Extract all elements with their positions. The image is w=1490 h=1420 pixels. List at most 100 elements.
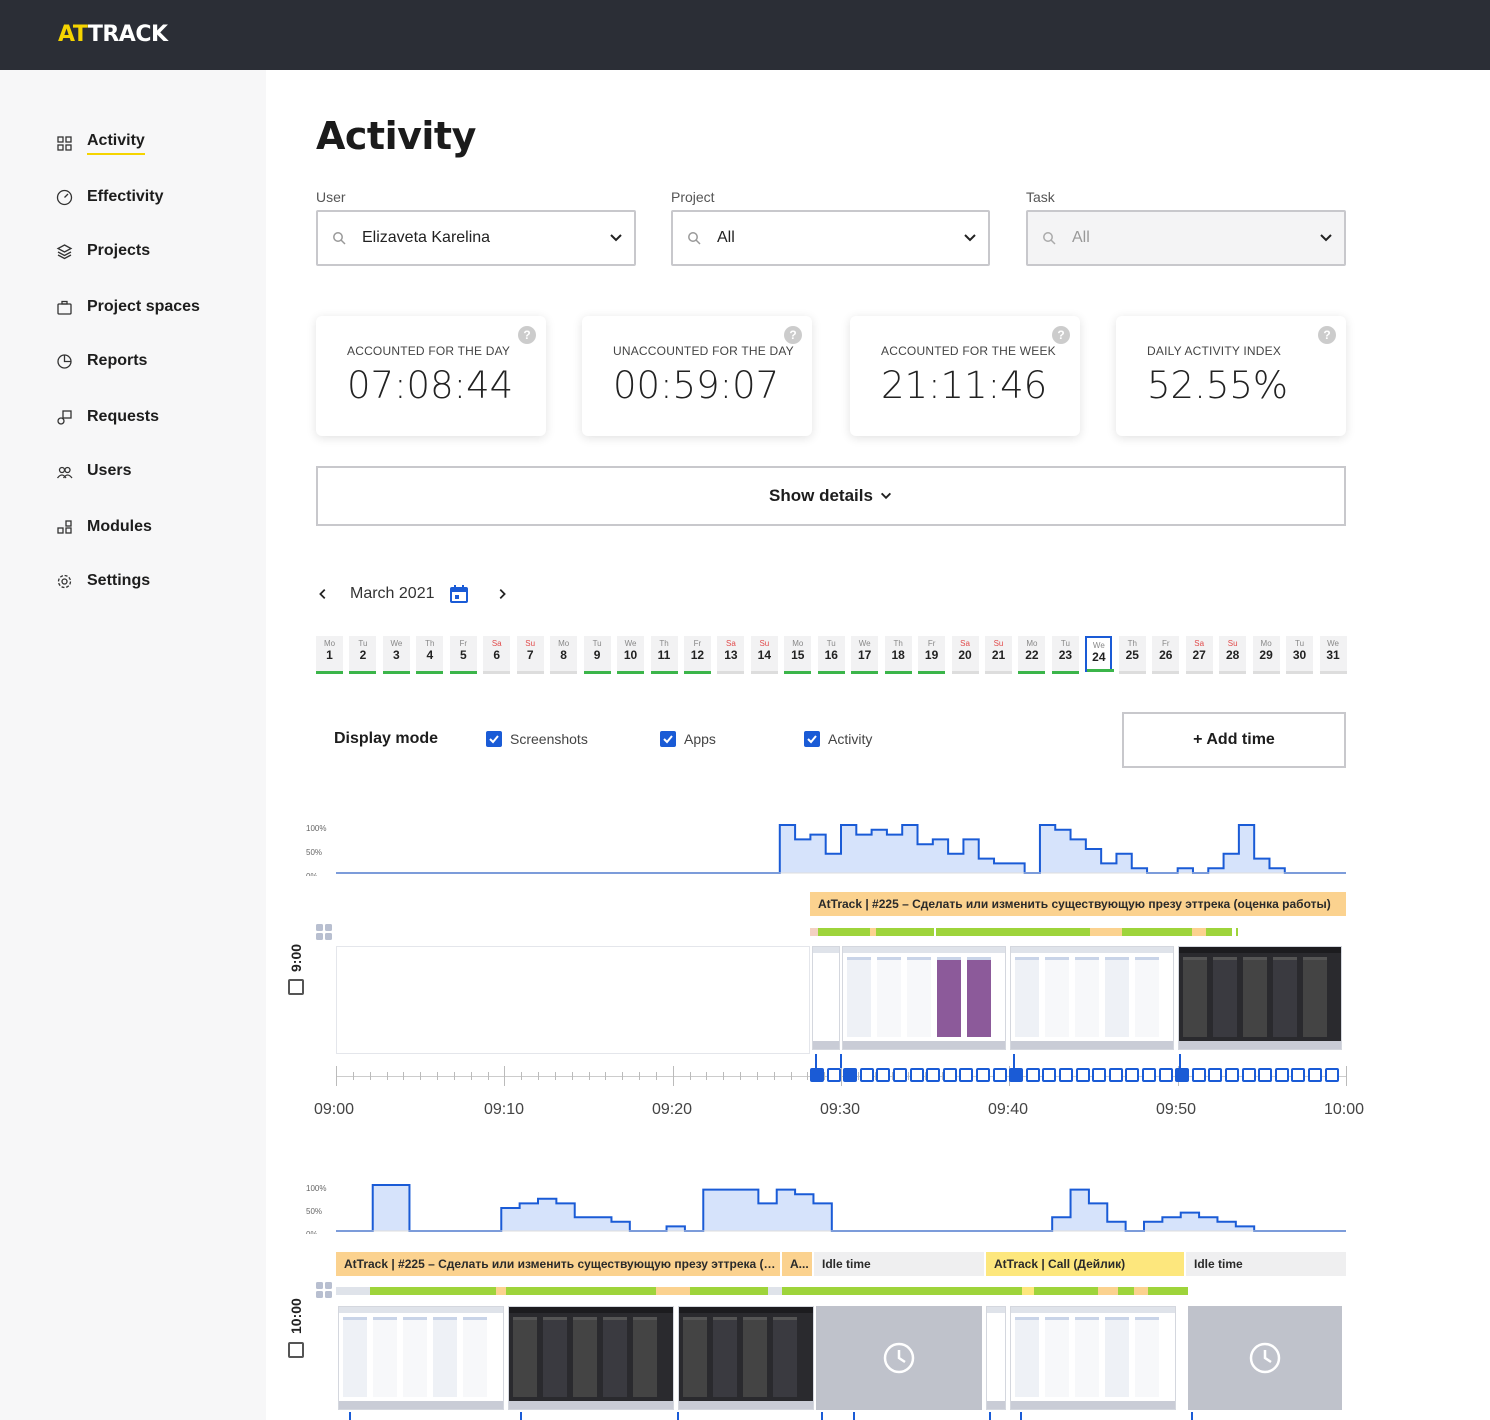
day-30[interactable]: Tu30 <box>1286 636 1313 672</box>
app-segment[interactable] <box>506 1287 656 1295</box>
screenshot-marker[interactable] <box>926 1068 940 1082</box>
app-segment[interactable] <box>336 1287 370 1295</box>
day-3[interactable]: We3 <box>383 636 410 672</box>
day-27[interactable]: Sa27 <box>1186 636 1213 672</box>
screenshot-marker[interactable] <box>1308 1068 1322 1082</box>
help-icon[interactable]: ? <box>518 326 536 344</box>
screenshot-marker[interactable] <box>1042 1068 1056 1082</box>
apps-checkbox[interactable]: Apps <box>660 731 716 747</box>
app-segment[interactable] <box>1148 1287 1188 1295</box>
task-bar[interactable]: AtTrack | Call (Дейлик) <box>986 1252 1184 1276</box>
app-segment[interactable] <box>818 928 870 936</box>
screenshot-thumbnail[interactable] <box>508 1306 674 1410</box>
task-bar[interactable]: AtTrack | #225 – Сделать или изменить су… <box>810 892 1346 916</box>
screenshot-thumbnail[interactable] <box>1178 946 1342 1050</box>
day-31[interactable]: We31 <box>1320 636 1347 672</box>
sidebar-item-modules[interactable]: Modules <box>56 518 152 536</box>
screenshot-marker[interactable] <box>860 1068 874 1082</box>
app-segment[interactable] <box>690 1287 768 1295</box>
day-21[interactable]: Su21 <box>985 636 1012 672</box>
day-28[interactable]: Su28 <box>1219 636 1246 672</box>
sidebar-item-effectivity[interactable]: Effectivity <box>56 188 163 206</box>
screenshot-marker[interactable] <box>1192 1068 1206 1082</box>
screenshot-marker[interactable] <box>843 1068 857 1082</box>
screenshot-marker[interactable] <box>993 1068 1007 1082</box>
day-20[interactable]: Sa20 <box>952 636 979 672</box>
chevron-right-icon[interactable] <box>495 587 509 601</box>
screenshot-marker[interactable] <box>810 1068 824 1082</box>
day-18[interactable]: Th18 <box>885 636 912 672</box>
sidebar-item-activity[interactable]: Activity <box>56 132 145 155</box>
project-select[interactable]: All <box>671 210 990 266</box>
app-segment[interactable] <box>656 1287 690 1295</box>
grid-icon[interactable] <box>316 1282 332 1298</box>
app-logo[interactable]: ATTRACK <box>58 22 168 47</box>
screenshot-marker[interactable] <box>827 1068 841 1082</box>
sidebar-item-settings[interactable]: Settings <box>56 572 150 590</box>
app-segment[interactable] <box>936 928 1090 936</box>
day-1[interactable]: Mo1 <box>316 636 343 672</box>
day-11[interactable]: Th11 <box>651 636 678 672</box>
day-23[interactable]: Tu23 <box>1052 636 1079 672</box>
help-icon[interactable]: ? <box>1318 326 1336 344</box>
day-9[interactable]: Tu9 <box>584 636 611 672</box>
idle-bar[interactable]: Idle time <box>814 1252 984 1276</box>
show-details-button[interactable]: Show details <box>316 466 1346 526</box>
screenshot-marker[interactable] <box>1291 1068 1305 1082</box>
app-segment[interactable] <box>876 928 934 936</box>
help-icon[interactable]: ? <box>1052 326 1070 344</box>
app-segment[interactable] <box>1206 928 1232 936</box>
activity-checkbox[interactable]: Activity <box>804 731 872 747</box>
app-segment[interactable] <box>370 1287 496 1295</box>
screenshot-marker[interactable] <box>1026 1068 1040 1082</box>
screenshot-marker[interactable] <box>1092 1068 1106 1082</box>
sidebar-item-projects[interactable]: Projects <box>56 242 150 260</box>
app-segment[interactable] <box>1022 1287 1034 1295</box>
sidebar-item-users[interactable]: Users <box>56 462 131 480</box>
app-segment[interactable] <box>1098 1287 1118 1295</box>
screenshot-marker[interactable] <box>910 1068 924 1082</box>
sidebar-item-reports[interactable]: Reports <box>56 352 147 370</box>
screenshot-marker[interactable] <box>1208 1068 1222 1082</box>
screenshot-marker[interactable] <box>943 1068 957 1082</box>
app-segment[interactable] <box>496 1287 506 1295</box>
user-select[interactable]: Elizaveta Karelina <box>316 210 636 266</box>
screenshot-marker[interactable] <box>1242 1068 1256 1082</box>
app-segment[interactable] <box>1090 928 1122 936</box>
sidebar-item-project-spaces[interactable]: Project spaces <box>56 298 200 316</box>
screenshot-marker[interactable] <box>1076 1068 1090 1082</box>
day-24[interactable]: We24 <box>1085 636 1112 672</box>
day-17[interactable]: We17 <box>851 636 878 672</box>
app-segment[interactable] <box>782 1287 1022 1295</box>
screenshot-marker[interactable] <box>1109 1068 1123 1082</box>
screenshot-marker[interactable] <box>1125 1068 1139 1082</box>
screenshot-marker[interactable] <box>1325 1068 1339 1082</box>
screenshot-marker[interactable] <box>1275 1068 1289 1082</box>
day-12[interactable]: Fr12 <box>684 636 711 672</box>
task-bar[interactable]: AtTrack | #225 – Сделать или изменить су… <box>336 1252 780 1276</box>
sidebar-item-requests[interactable]: Requests <box>56 408 159 426</box>
day-15[interactable]: Mo15 <box>784 636 811 672</box>
screenshot-thumbnail[interactable] <box>678 1306 814 1410</box>
day-16[interactable]: Tu16 <box>818 636 845 672</box>
day-8[interactable]: Mo8 <box>550 636 577 672</box>
app-segment[interactable] <box>810 928 818 936</box>
screenshot-marker[interactable] <box>1009 1068 1023 1082</box>
idle-bar[interactable]: Idle time <box>1186 1252 1346 1276</box>
screenshot-thumbnail[interactable] <box>812 946 840 1050</box>
day-5[interactable]: Fr5 <box>450 636 477 672</box>
screenshot-marker[interactable] <box>876 1068 890 1082</box>
day-2[interactable]: Tu2 <box>349 636 376 672</box>
day-4[interactable]: Th4 <box>416 636 443 672</box>
screenshot-marker[interactable] <box>1258 1068 1272 1082</box>
select-hour-checkbox[interactable] <box>288 979 304 995</box>
day-14[interactable]: Su14 <box>751 636 778 672</box>
app-segment[interactable] <box>1034 1287 1098 1295</box>
day-10[interactable]: We10 <box>617 636 644 672</box>
screenshot-thumbnail[interactable] <box>1010 1306 1176 1410</box>
app-segment[interactable] <box>1118 1287 1134 1295</box>
add-time-button[interactable]: + Add time <box>1122 712 1346 768</box>
screenshot-thumbnail[interactable] <box>842 946 1006 1050</box>
screenshot-marker[interactable] <box>976 1068 990 1082</box>
day-13[interactable]: Sa13 <box>717 636 744 672</box>
